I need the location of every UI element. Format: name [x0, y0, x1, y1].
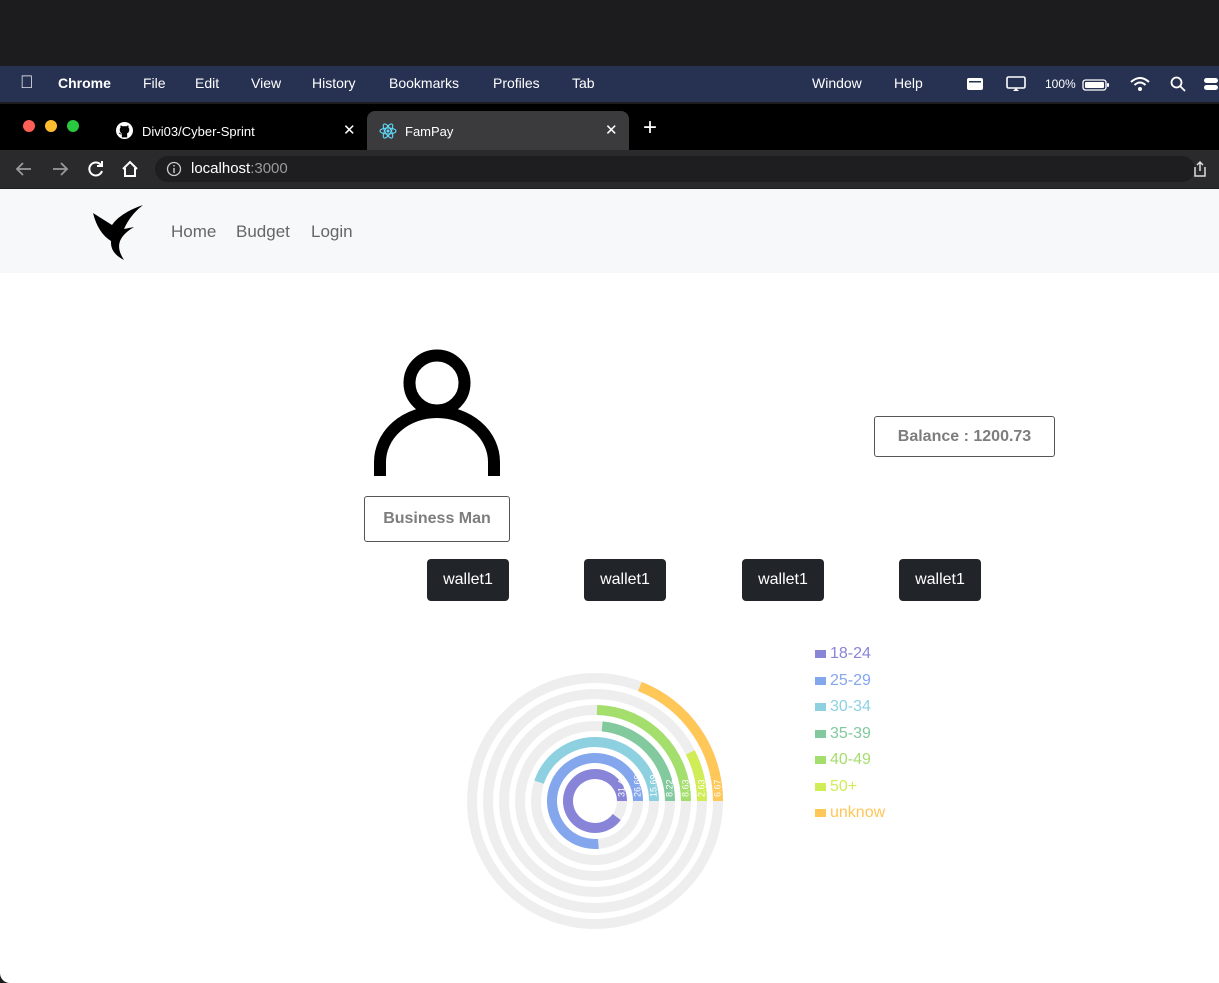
legend-item[interactable]: 50+: [815, 774, 885, 801]
legend-item[interactable]: 30-34: [815, 694, 885, 721]
url-text: localhost:3000: [191, 160, 288, 177]
menu-window[interactable]: Window: [812, 75, 862, 91]
menu-tab[interactable]: Tab: [572, 75, 595, 91]
legend-swatch: [815, 650, 826, 659]
menu-help[interactable]: Help: [894, 75, 923, 91]
legend-swatch: [815, 809, 826, 818]
tab-title-fampay: FamPay: [405, 124, 454, 139]
macos-menubar:  Chrome File Edit View History Bookmark…: [0, 66, 1219, 102]
legend-swatch: [815, 703, 826, 712]
user-avatar-icon: [372, 344, 502, 483]
legend-item[interactable]: 25-29: [815, 668, 885, 695]
legend-label: 18-24: [830, 645, 871, 663]
address-bar[interactable]: localhost:3000: [155, 156, 1195, 182]
fampay-logo-icon[interactable]: [90, 203, 148, 266]
menu-edit[interactable]: Edit: [195, 75, 219, 91]
navbar: Home Budget Login: [0, 189, 1219, 273]
reload-icon[interactable]: [86, 159, 106, 184]
tab-title-github: Divi03/Cyber-Sprint: [142, 124, 255, 139]
legend-swatch: [815, 782, 826, 791]
tab-fampay[interactable]: FamPay ✕: [367, 111, 629, 151]
close-tab-icon[interactable]: ✕: [343, 121, 356, 139]
legend-label: 30-34: [830, 698, 871, 716]
legend-label: 50+: [830, 777, 858, 795]
radial-bar-18-24[interactable]: [563, 769, 627, 833]
nav-login[interactable]: Login: [311, 222, 353, 242]
wallet-button[interactable]: wallet1: [899, 559, 981, 601]
display-icon[interactable]: [1006, 76, 1026, 95]
zoom-window-button[interactable]: [67, 120, 79, 132]
menu-bookmarks[interactable]: Bookmarks: [389, 75, 459, 91]
close-window-button[interactable]: [23, 120, 35, 132]
menu-profiles[interactable]: Profiles: [493, 75, 540, 91]
new-tab-icon[interactable]: +: [643, 114, 657, 142]
site-info-icon[interactable]: [166, 161, 182, 182]
legend-label: unknow: [830, 804, 886, 822]
tab-github[interactable]: Divi03/Cyber-Sprint ✕: [102, 111, 366, 151]
balance-box: Balance : 1200.73: [874, 416, 1055, 457]
wallet-button[interactable]: wallet1: [742, 559, 824, 601]
radial-bar-label: 15.69: [648, 774, 658, 797]
chart-legend: 18-24 25-29 30-34 35-39 40-49 50+ unknow: [815, 641, 885, 827]
wallet-button[interactable]: wallet1: [427, 559, 509, 601]
minimize-window-button[interactable]: [45, 120, 57, 132]
legend-item[interactable]: 40-49: [815, 747, 885, 774]
github-icon: [116, 122, 133, 144]
url-host: localhost: [191, 160, 251, 177]
radial-bar-label: 8.63: [680, 779, 690, 797]
home-icon[interactable]: [120, 159, 140, 184]
legend-label: 35-39: [830, 724, 871, 742]
forward-icon[interactable]: [50, 159, 70, 184]
legend-item[interactable]: 18-24: [815, 641, 885, 668]
menu-app-name[interactable]: Chrome: [58, 75, 111, 91]
battery-icon[interactable]: [1082, 78, 1110, 94]
legend-swatch: [815, 676, 826, 685]
battery-percent: 100%: [1045, 77, 1076, 91]
radial-bar-label: 2.63: [696, 779, 706, 797]
legend-item[interactable]: 35-39: [815, 721, 885, 748]
legend-label: 25-29: [830, 671, 871, 689]
radial-bar-chart: 31.47 26.69 15.69 8.22 8.63 2.63 6.67: [467, 673, 723, 929]
radial-bar-label: 26.69: [632, 774, 642, 797]
nav-home[interactable]: Home: [171, 222, 216, 242]
wallet-button[interactable]: wallet1: [584, 559, 666, 601]
control-center-icon[interactable]: [1204, 76, 1218, 95]
react-icon: [379, 122, 397, 145]
menu-file[interactable]: File: [143, 75, 166, 91]
profile-name-box: Business Man: [364, 496, 510, 542]
close-tab-icon[interactable]: ✕: [605, 121, 618, 139]
spotlight-search-icon[interactable]: [1170, 76, 1186, 95]
url-port: :3000: [250, 160, 288, 177]
radial-bar-label: 31.47: [616, 774, 626, 797]
radial-bar-label: 8.22: [664, 779, 674, 797]
nav-budget[interactable]: Budget: [236, 222, 290, 242]
apple-icon[interactable]: : [20, 72, 34, 93]
legend-swatch: [815, 729, 826, 738]
legend-swatch: [815, 756, 826, 765]
legend-label: 40-49: [830, 751, 871, 769]
screen-record-icon[interactable]: [966, 77, 984, 94]
legend-item[interactable]: unknow: [815, 800, 885, 827]
web-page: Home Budget Login Business Man Balance :…: [0, 189, 1219, 983]
browser-toolbar: localhost:3000: [0, 150, 1219, 188]
menu-view[interactable]: View: [251, 75, 281, 91]
menu-history[interactable]: History: [312, 75, 356, 91]
wifi-icon[interactable]: [1130, 76, 1150, 95]
back-icon[interactable]: [14, 159, 34, 184]
radial-bar-label: 6.67: [712, 779, 722, 797]
share-icon[interactable]: [1192, 160, 1208, 183]
